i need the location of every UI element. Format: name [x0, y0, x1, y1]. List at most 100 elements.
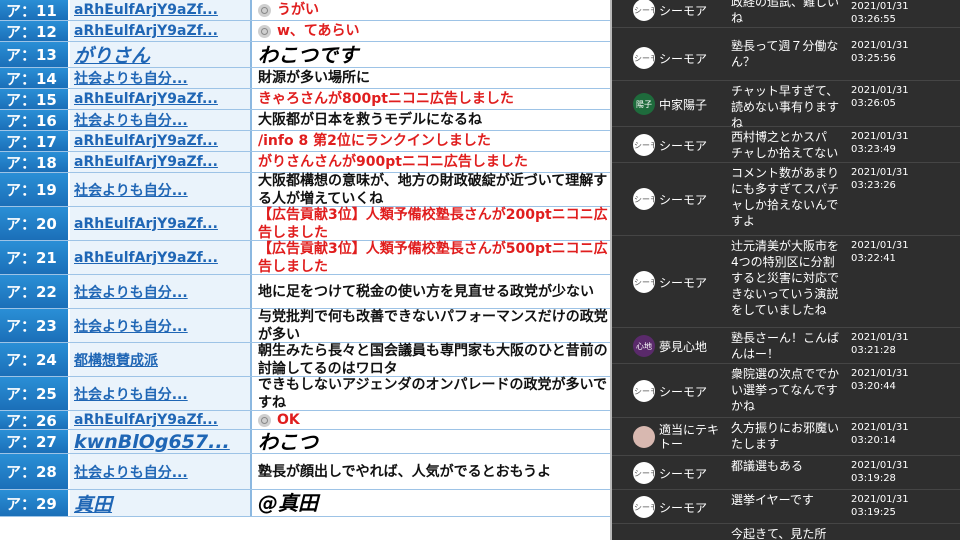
- comment-number: ア：24: [0, 343, 70, 376]
- comment-author-link[interactable]: 社会よりも自分...: [70, 377, 252, 410]
- avatar: シーモア: [633, 47, 655, 69]
- comment-number: ア：19: [0, 173, 70, 206]
- chat-message[interactable]: 適当にテキトー 久方振りにお邪魔いたします 2021/01/31 03:20:14: [612, 418, 960, 456]
- comment-author-link[interactable]: aRhEulfArjY9aZf...: [70, 89, 252, 109]
- comment-message-text: わこつ: [258, 429, 318, 454]
- chat-message[interactable]: シーモアシーモア 西村博之とかスパチャしか拾えてない 2021/01/31 03:23…: [612, 127, 960, 163]
- comment-message: 【広告貢献3位】人類予備校塾長さんが200ptニコニ広告しました: [252, 207, 610, 241]
- comment-message: きゃろさんが800ptニコニ広告しました: [252, 89, 610, 109]
- comment-message: うがい: [252, 0, 610, 20]
- comment-message-text: 財源が多い場所に: [258, 70, 370, 86]
- chat-message-text: 今起きて、見た所: [731, 527, 827, 540]
- chat-timestamp: 2021/01/31 03:23:49: [851, 130, 909, 156]
- comment-author-link[interactable]: aRhEulfArjY9aZf...: [70, 207, 252, 240]
- comment-message-text: きゃろさんが800ptニコニ広告しました: [258, 91, 514, 107]
- chat-time: 03:25:56: [851, 53, 896, 64]
- chat-time: 03:23:49: [851, 144, 896, 155]
- chat-date: 2021/01/31: [851, 40, 909, 51]
- comment-row: ア：17 aRhEulfArjY9aZf... /info 8 第2位にランクインし…: [0, 131, 610, 152]
- comment-row: ア：24 都構想賛成派 朝生みたら長々と国会議員も専門家も大阪のひと昔前の討論してる…: [0, 343, 610, 377]
- comment-author-link[interactable]: 社会よりも自分...: [70, 173, 252, 206]
- comment-message-text: できもしないアジェンダのオンパレードの政党が多いですね: [258, 376, 608, 411]
- chat-message[interactable]: 陽子 中家陽子 チャット早すぎて、読めない事有りますね 2021/01/31 03:26…: [612, 81, 960, 130]
- avatar: シーモア: [633, 462, 655, 484]
- chat-message[interactable]: シーモアシーモア 選挙イヤーです 2021/01/31 03:19:25: [612, 490, 960, 524]
- chat-message[interactable]: 今起きて、見た所: [612, 524, 960, 540]
- avatar-label: シーモア: [634, 194, 654, 204]
- comment-row: ア：27 kwnBlOg657... わこつ: [0, 430, 610, 454]
- chat-time: 03:26:55: [851, 14, 896, 25]
- comment-author-link[interactable]: 都構想賛成派: [70, 343, 252, 376]
- chat-message[interactable]: シーモアシーモア 政経の追試、難しいね 2021/01/31 03:26:55: [612, 0, 960, 28]
- comment-author-link[interactable]: aRhEulfArjY9aZf...: [70, 131, 252, 151]
- chat-time: 03:23:26: [851, 180, 896, 191]
- comment-row: ア：28 社会よりも自分... 塾長が顔出しでやれば、人気がでるとおもうよ: [0, 454, 610, 490]
- comment-number: ア：23: [0, 309, 70, 342]
- comment-message: がりさんさんが900ptニコニ広告しました: [252, 152, 610, 172]
- chat-panel[interactable]: シーモアシーモア政経の追試、難しいね2021/01/3103:26:55シーモア…: [612, 0, 960, 540]
- avatar: シーモア: [633, 188, 655, 210]
- chat-message[interactable]: シーモアシーモア 都議選もある 2021/01/31 03:19:28: [612, 456, 960, 490]
- comment-message: わこつ: [252, 430, 610, 453]
- chat-username: シーモア: [659, 385, 708, 399]
- comment-number: ア：12: [0, 21, 70, 41]
- comment-row: ア：20 aRhEulfArjY9aZf... 【広告貢献3位】人類予備校塾長さんが…: [0, 207, 610, 241]
- chat-username: シーモア: [659, 276, 708, 290]
- comment-author-link[interactable]: 真田: [70, 490, 252, 516]
- chat-username: 夢見心地: [659, 340, 708, 354]
- avatar-label: シーモア: [634, 502, 654, 512]
- comment-number: ア：22: [0, 275, 70, 308]
- chat-message[interactable]: シーモアシーモア コメント数があまりにも多すぎてスパチャしか拾えないんですよ 202…: [612, 163, 960, 236]
- comment-message-text: 地に足をつけて税金の使い方を見直せる政党が少ない: [258, 283, 594, 300]
- comment-message: 財源が多い場所に: [252, 68, 610, 88]
- comment-message: 大阪都が日本を救うモデルになるね: [252, 110, 610, 130]
- comment-message-text: 大阪都が日本を救うモデルになるね: [258, 112, 482, 128]
- chat-message-text: 辻元清美が大阪市を4つの特別区に分割すると災害に対応できないっていう演説をしてい…: [731, 239, 840, 317]
- comment-row: ア：22 社会よりも自分... 地に足をつけて税金の使い方を見直せる政党が少ない: [0, 275, 610, 309]
- comment-row: ア：18 aRhEulfArjY9aZf... がりさんさんが900ptニコニ広告し…: [0, 152, 610, 173]
- comment-number: ア：27: [0, 430, 70, 453]
- chat-message[interactable]: シーモアシーモア 塾長って週７分働なん？ 2021/01/31 03:25:56: [612, 36, 960, 81]
- comment-author-link[interactable]: aRhEulfArjY9aZf...: [70, 0, 252, 20]
- chat-date: 2021/01/31: [851, 368, 909, 379]
- comment-row: ア：15 aRhEulfArjY9aZf... きゃろさんが800ptニコニ広告しま…: [0, 89, 610, 110]
- comment-message-text: /info 8 第2位にランクインしました: [258, 133, 491, 149]
- chat-message-text: 久方振りにお邪魔いたします: [731, 421, 840, 451]
- avatar: シーモア: [633, 380, 655, 402]
- comment-message-text: OK: [277, 412, 300, 428]
- comment-author-link[interactable]: 社会よりも自分...: [70, 454, 252, 489]
- chat-message-text: 都議選もある: [731, 459, 804, 473]
- chat-message[interactable]: シーモアシーモア 衆院選の次点ででかい選挙ってなんですかね 2021/01/31 03…: [612, 364, 960, 418]
- chat-message-text: 衆院選の次点ででかい選挙ってなんですかね: [731, 367, 840, 413]
- comment-message-text: 与党批判で何も改善できないパフォーマンスだけの政党が多い: [258, 308, 608, 343]
- comment-message-text: 朝生みたら長々と国会議員も専門家も大阪のひと昔前の討論してるのはワロタ: [258, 342, 608, 377]
- chat-message[interactable]: シーモアシーモア 辻元清美が大阪市を4つの特別区に分割すると災害に対応できないって…: [612, 236, 960, 328]
- comment-number: ア：17: [0, 131, 70, 151]
- avatar: シーモア: [633, 496, 655, 518]
- chat-timestamp: 2021/01/31 03:20:44: [851, 367, 909, 393]
- comment-author-link[interactable]: 社会よりも自分...: [70, 275, 252, 308]
- comment-number: ア：28: [0, 454, 70, 489]
- avatar-label: シーモア: [634, 277, 654, 287]
- comment-author-link[interactable]: 社会よりも自分...: [70, 309, 252, 342]
- comment-number: ア：21: [0, 241, 70, 274]
- comment-row: ア：23 社会よりも自分... 与党批判で何も改善できないパフォーマンスだけの政党が…: [0, 309, 610, 343]
- comment-author-link[interactable]: aRhEulfArjY9aZf...: [70, 21, 252, 41]
- comment-author-link[interactable]: aRhEulfArjY9aZf...: [70, 241, 252, 274]
- comment-author-link[interactable]: aRhEulfArjY9aZf...: [70, 152, 252, 172]
- comment-author-link[interactable]: がりさん: [70, 42, 252, 67]
- avatar-label: シーモア: [634, 468, 654, 478]
- chat-username: 中家陽子: [659, 98, 708, 112]
- comment-row: ア：25 社会よりも自分... できもしないアジェンダのオンパレードの政党が多いです…: [0, 377, 610, 411]
- comment-author-link[interactable]: kwnBlOg657...: [70, 430, 252, 453]
- comment-author-link[interactable]: 社会よりも自分...: [70, 110, 252, 130]
- comment-author-link[interactable]: aRhEulfArjY9aZf...: [70, 411, 252, 429]
- chat-message-text: 政経の追試、難しいね: [731, 0, 840, 25]
- chat-message[interactable]: 心地 夢見心地 塾長さーん！こんばんはー！ 2021/01/31 03:21:28: [612, 328, 960, 364]
- chat-timestamp: 2021/01/31 03:23:26: [851, 166, 909, 192]
- comment-author-link[interactable]: 社会よりも自分...: [70, 68, 252, 88]
- comment-message: w、てあらい: [252, 21, 610, 41]
- chat-message-text: 塾長って週７分働なん？: [731, 39, 839, 69]
- avatar: シーモア: [633, 271, 655, 293]
- comment-message-text: 塾長が顔出しでやれば、人気がでるとおもうよ: [258, 463, 552, 480]
